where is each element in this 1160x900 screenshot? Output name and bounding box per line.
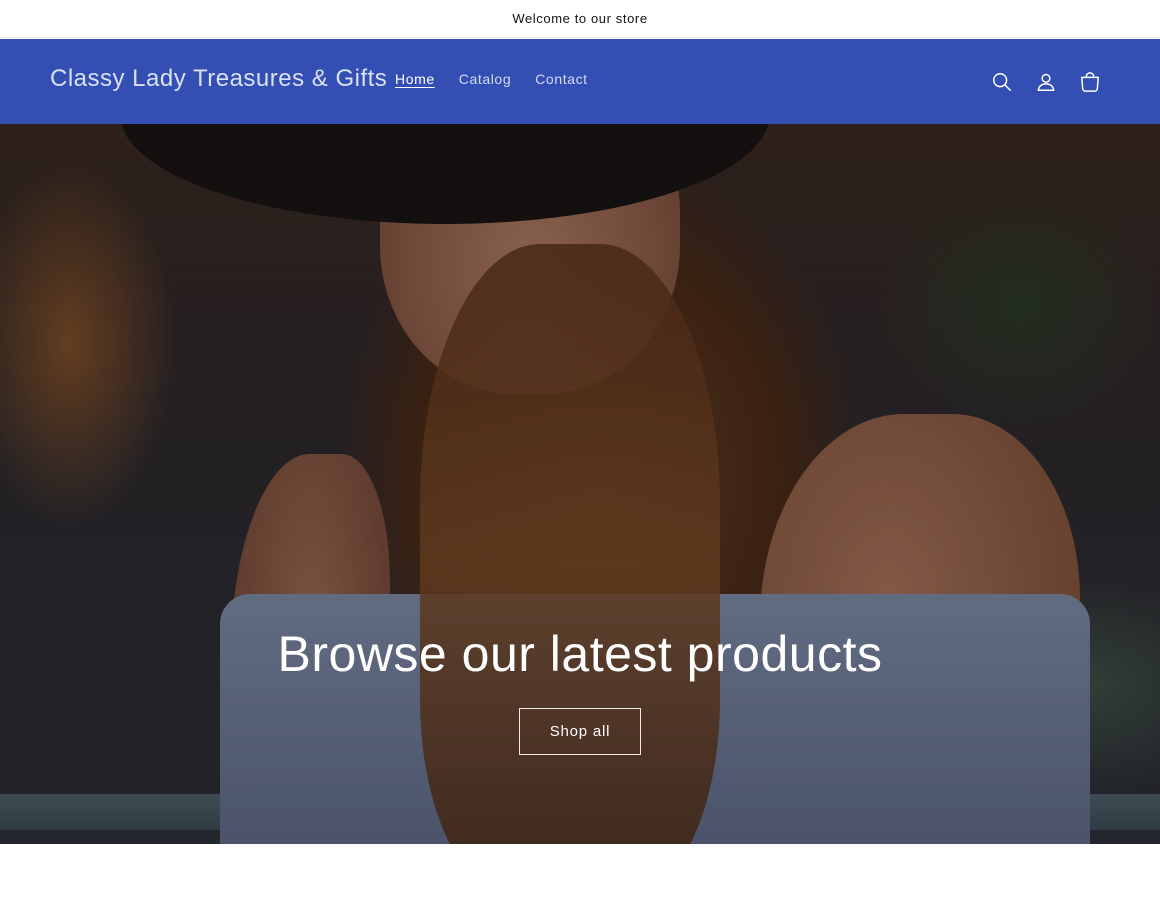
account-button[interactable] [1026,63,1066,101]
store-logo[interactable]: Classy Lady Treasures & Gifts [50,65,387,93]
nav-item-contact[interactable]: Contact [535,71,587,87]
nav-item-home[interactable]: Home [395,71,435,87]
main-nav: Home Catalog Contact [395,71,588,87]
nav-item-catalog[interactable]: Catalog [459,71,511,87]
account-icon [1037,73,1055,91]
search-button[interactable] [982,63,1022,101]
shop-all-button[interactable]: Shop all [519,708,641,755]
announcement-bar: Welcome to our store [0,0,1160,38]
hero-banner: Browse our latest products Shop all [0,124,1160,844]
site-header: Classy Lady Treasures & Gifts Home Catal… [0,39,1160,124]
hero-heading: Browse our latest products [277,626,883,682]
announcement-text: Welcome to our store [512,11,648,26]
header-icons [982,63,1110,101]
cart-icon [1081,72,1099,92]
cart-button[interactable] [1070,63,1110,101]
search-icon [993,73,1011,91]
hero-content: Browse our latest products Shop all [0,624,1160,755]
